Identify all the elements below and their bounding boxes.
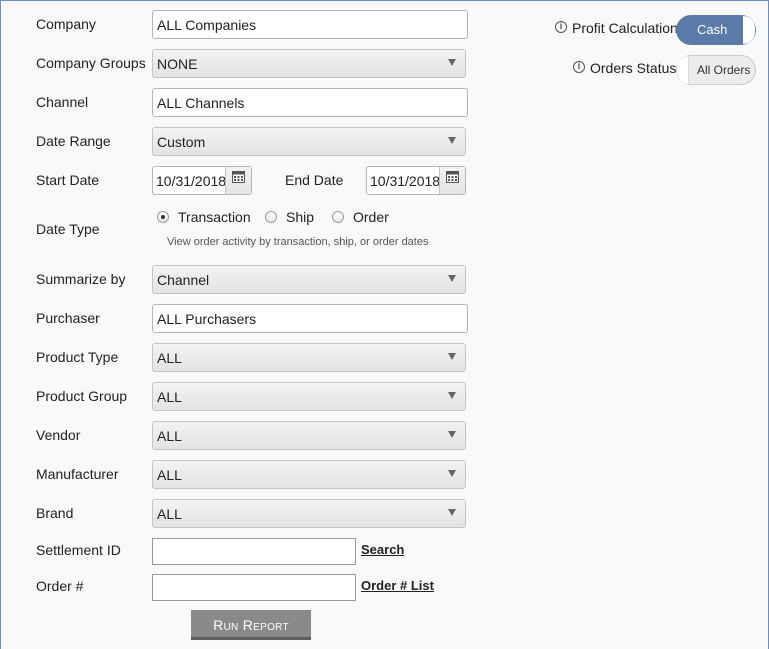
chevron-down-icon (448, 392, 456, 399)
channel-label: Channel (36, 94, 89, 110)
date-range-value: Custom (157, 134, 206, 150)
settlement-id-input[interactable] (152, 538, 356, 565)
end-date-value: 10/31/2018 (370, 173, 441, 189)
company-label: Company (36, 16, 96, 32)
product-group-label: Product Group (36, 388, 128, 404)
brand-label: Brand (36, 505, 74, 521)
start-date-value: 10/31/2018 (156, 173, 227, 189)
company-groups-label: Company Groups (36, 55, 146, 71)
date-type-hint: View order activity by transaction, ship… (167, 236, 429, 248)
order-list-link[interactable]: Order # List (361, 578, 434, 593)
calendar-icon[interactable] (225, 167, 251, 194)
radio-label: Order (353, 209, 389, 225)
chevron-down-icon (448, 275, 456, 282)
channel-input[interactable]: ALL Channels (152, 88, 468, 117)
info-icon[interactable]: i (573, 61, 585, 73)
date-range-select[interactable]: Custom (152, 127, 466, 156)
start-date-input[interactable]: 10/31/2018 (152, 166, 252, 195)
vendor-select[interactable]: ALL (152, 421, 466, 450)
product-type-value: ALL (157, 350, 182, 366)
radio-button[interactable] (157, 211, 169, 223)
summarize-by-label: Summarize by (36, 271, 126, 287)
company-input[interactable]: ALL Companies (152, 10, 468, 39)
end-date-label: End Date (285, 172, 344, 188)
start-date-label: Start Date (36, 172, 100, 188)
profit-calculation-value: Cash (697, 22, 728, 37)
orders-status-label: Orders Status (590, 60, 677, 76)
order-number-input[interactable] (152, 574, 356, 601)
date-type-label: Date Type (36, 221, 100, 237)
radio-button[interactable] (332, 211, 344, 223)
manufacturer-label: Manufacturer (36, 466, 119, 482)
radio-label: Transaction (178, 209, 251, 225)
chevron-down-icon (448, 470, 456, 477)
orders-status-value: All Orders (697, 63, 751, 77)
radio-order[interactable]: Order (332, 209, 389, 225)
search-link[interactable]: Search (361, 542, 404, 557)
settlement-id-label: Settlement ID (36, 542, 121, 558)
end-date-input[interactable]: 10/31/2018 (366, 166, 466, 195)
chevron-down-icon (448, 431, 456, 438)
radio-label: Ship (286, 209, 315, 225)
calendar-icon[interactable] (439, 167, 465, 194)
orders-status-toggle[interactable]: All Orders (676, 55, 756, 85)
toggle-knob (677, 56, 689, 84)
radio-ship[interactable]: Ship (265, 209, 314, 225)
chevron-down-icon (448, 509, 456, 516)
date-range-label: Date Range (36, 133, 111, 149)
chevron-down-icon (448, 59, 456, 66)
manufacturer-value: ALL (157, 467, 182, 483)
company-groups-select[interactable]: NONE (152, 49, 466, 78)
brand-value: ALL (157, 506, 182, 522)
purchaser-label: Purchaser (36, 310, 100, 326)
profit-calculation-toggle[interactable]: Cash (676, 15, 756, 45)
brand-select[interactable]: ALL (152, 499, 466, 528)
run-report-button[interactable]: Run Report (191, 610, 311, 640)
summarize-by-value: Channel (157, 272, 210, 288)
order-number-label: Order # (36, 578, 84, 594)
vendor-label: Vendor (36, 427, 81, 443)
radio-button[interactable] (265, 211, 277, 223)
product-type-label: Product Type (36, 349, 119, 365)
company-groups-value: NONE (157, 56, 198, 72)
manufacturer-select[interactable]: ALL (152, 460, 466, 489)
chevron-down-icon (448, 353, 456, 360)
summarize-by-select[interactable]: Channel (152, 265, 466, 294)
vendor-value: ALL (157, 428, 182, 444)
product-group-value: ALL (157, 389, 182, 405)
info-icon[interactable]: i (555, 21, 567, 33)
product-group-select[interactable]: ALL (152, 382, 466, 411)
chevron-down-icon (448, 137, 456, 144)
purchaser-input[interactable]: ALL Purchasers (152, 304, 468, 333)
radio-transaction[interactable]: Transaction (157, 209, 251, 225)
profit-calculation-label: Profit Calculation (572, 20, 678, 36)
product-type-select[interactable]: ALL (152, 343, 466, 372)
